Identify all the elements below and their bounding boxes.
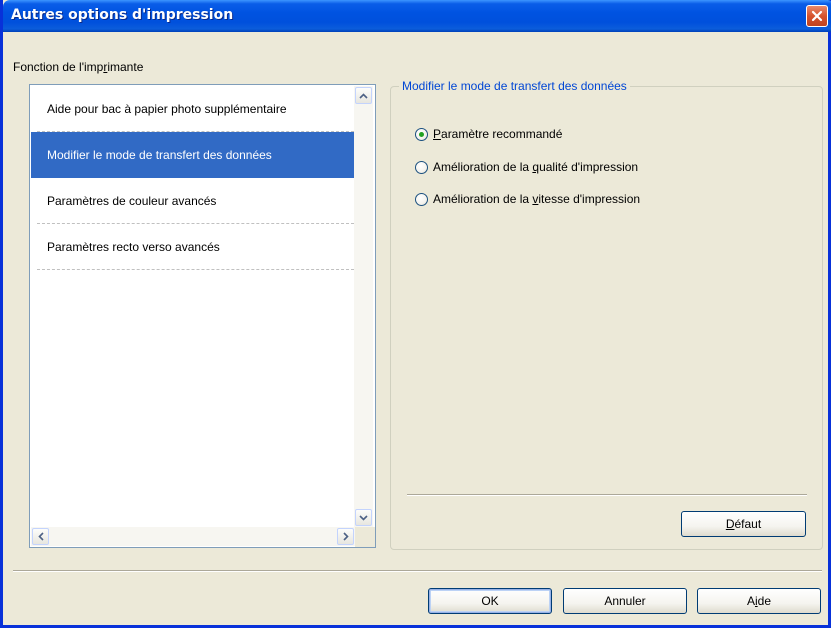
radio-speed[interactable]: Amélioration de la vitesse d'impression (415, 191, 640, 207)
radio-button[interactable] (415, 192, 428, 206)
radio-label-quality: Amélioration de la qualité d'impression (433, 160, 639, 174)
window-title: Autres options d'impression (11, 7, 234, 23)
print-options-dialog: Autres options d'impression Fonction de … (0, 0, 831, 628)
title-bar[interactable]: Autres options d'impression (3, 0, 831, 32)
close-icon (811, 10, 823, 22)
list-item-transfer-mode[interactable]: Modifier le mode de transfert des donnée… (31, 132, 354, 178)
scroll-up-button[interactable] (355, 87, 372, 104)
help-button[interactable]: Ai de (697, 588, 821, 614)
chevron-left-icon (37, 532, 44, 541)
bottom-divider (13, 570, 822, 572)
horizontal-scrollbar[interactable] (31, 527, 355, 546)
chevron-up-icon (359, 92, 368, 99)
list-item-photo-tray[interactable]: Aide pour bac à papier photo supplémenta… (31, 86, 354, 132)
radio-recommended[interactable]: Paramètre recommandé (415, 126, 562, 142)
ok-button[interactable]: OK (428, 588, 552, 614)
default-button[interactable]: Défaut (681, 511, 806, 537)
vertical-scrollbar[interactable] (354, 86, 373, 527)
scroll-corner (355, 527, 375, 547)
close-button[interactable] (806, 5, 828, 27)
transfer-mode-groupbox (390, 86, 823, 550)
radio-button-checked[interactable] (415, 127, 428, 141)
radio-label-recommended: Paramètre recommandé (433, 127, 563, 141)
radio-quality[interactable]: Amélioration de la qualité d'impression (415, 159, 638, 175)
scroll-left-button[interactable] (32, 528, 49, 545)
function-listbox[interactable]: Aide pour bac à papier photo supplémenta… (29, 84, 376, 548)
radio-label-speed: Amélioration de la vitesse d'impression (433, 192, 641, 206)
cancel-button[interactable]: Annuler (563, 588, 687, 614)
radio-button[interactable] (415, 160, 428, 174)
group-title: Modifier le mode de transfert des donnée… (399, 79, 630, 93)
list-item-duplex-settings[interactable]: Paramètres recto verso avancés (31, 224, 354, 270)
group-divider (407, 494, 807, 496)
printer-function-label: Fonction de l'imprimante (13, 60, 144, 74)
scroll-right-button[interactable] (337, 528, 354, 545)
list-item-color-settings[interactable]: Paramètres de couleur avancés (31, 178, 354, 224)
chevron-down-icon (359, 514, 368, 521)
scroll-down-button[interactable] (355, 509, 372, 526)
chevron-right-icon (342, 532, 349, 541)
